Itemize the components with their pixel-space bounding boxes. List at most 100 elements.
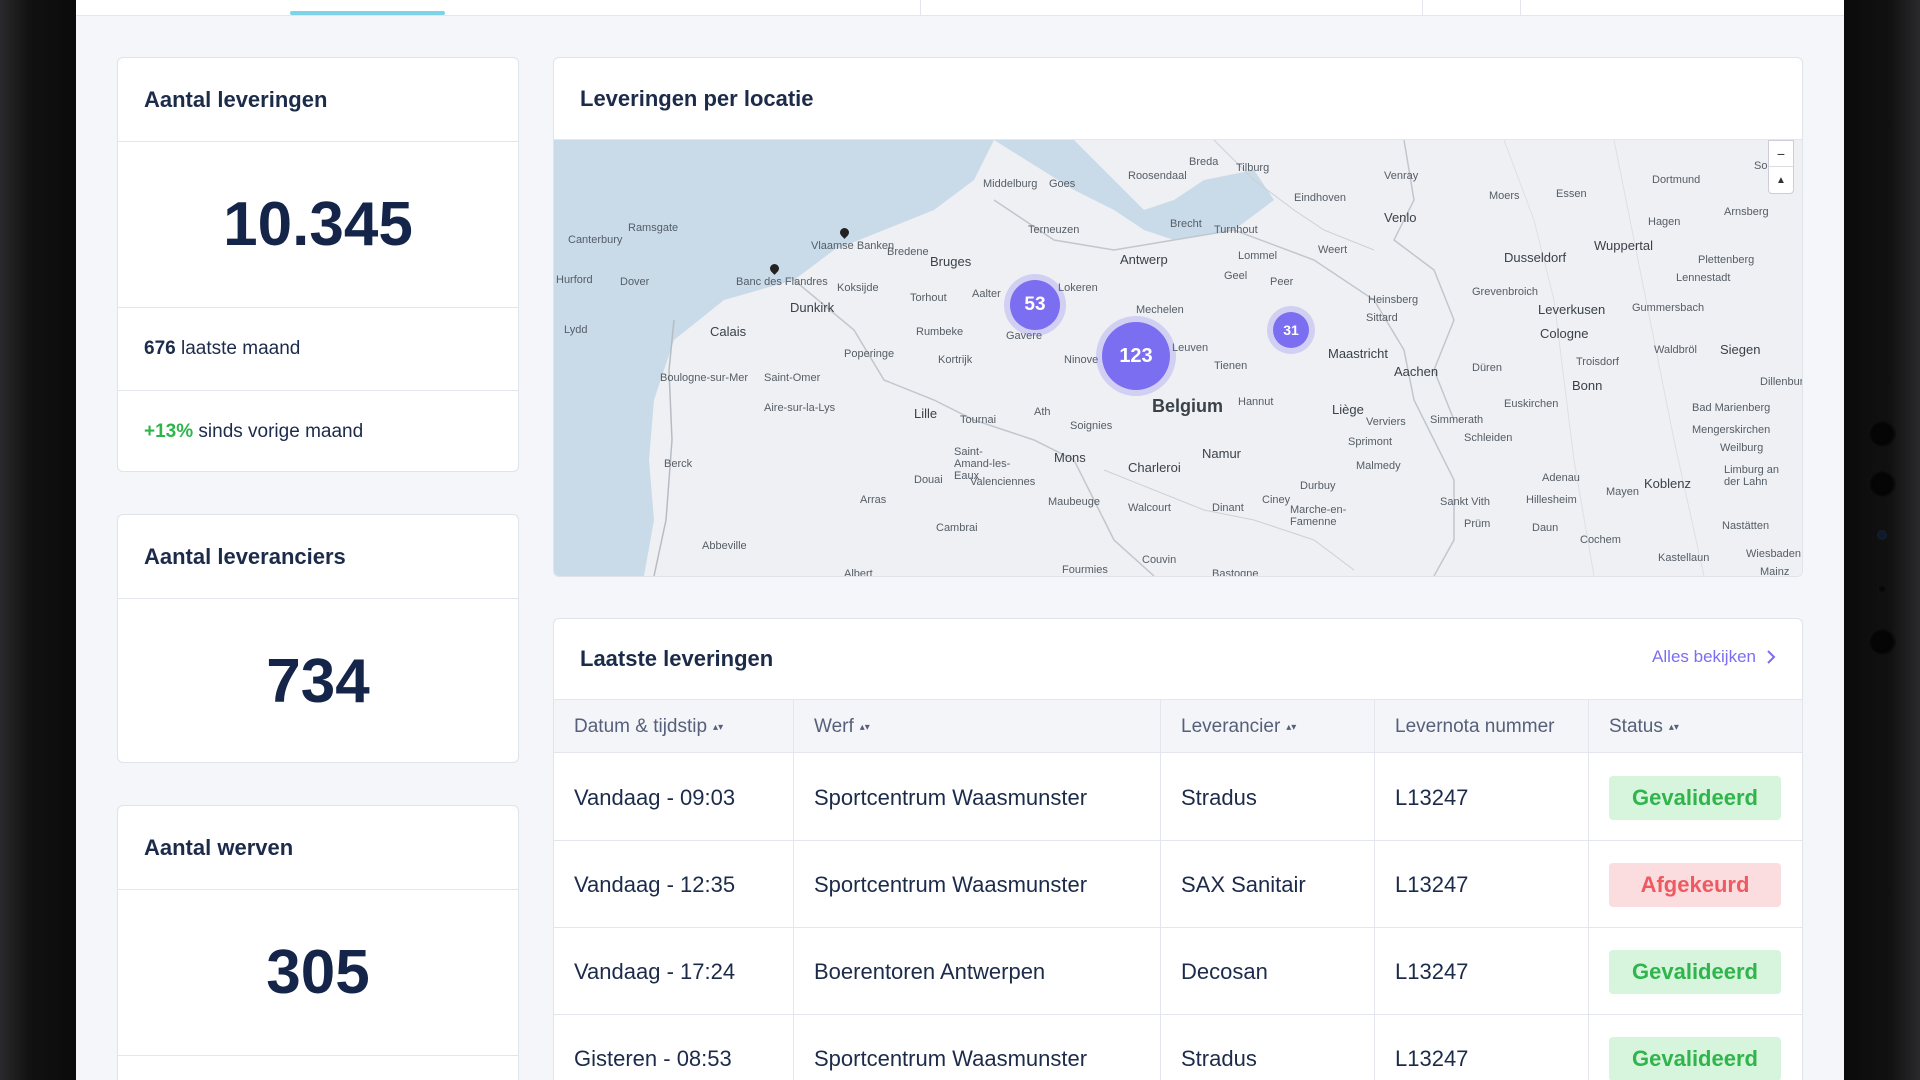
- map-place: Sprimont: [1348, 436, 1393, 448]
- suppliers-stat-card: Aantal leveranciers 734: [117, 514, 519, 763]
- map-place: Malmedy: [1356, 460, 1401, 472]
- map-place: Heinsberg: [1368, 294, 1419, 306]
- map-place: Ciney: [1262, 494, 1291, 506]
- map-cluster-marker[interactable]: 123: [1102, 322, 1170, 390]
- map-place: Mainz: [1760, 566, 1790, 576]
- map-place: Goes: [1049, 178, 1076, 190]
- map-place: Cochem: [1580, 534, 1621, 546]
- map-place: Venray: [1384, 170, 1419, 182]
- compass-icon[interactable]: ▲: [1769, 167, 1793, 193]
- active-tab-indicator[interactable]: [290, 11, 445, 15]
- map-place: Marche-en-Famenne: [1290, 504, 1347, 528]
- last-month-label: laatste maand: [180, 338, 301, 359]
- map-place: Tienen: [1214, 360, 1248, 372]
- column-header-note-number: Levernota nummer: [1374, 700, 1588, 754]
- map-place: Aalter: [972, 288, 1001, 300]
- table-row[interactable]: Vandaag - 09:03 Sportcentrum Waasmunster S…: [554, 754, 1802, 841]
- status-badge: Gevalideerd: [1609, 949, 1781, 994]
- column-header-site[interactable]: Werf ▴▾: [793, 700, 1160, 754]
- map-place: Calais: [710, 324, 747, 339]
- map-place: Eindhoven: [1294, 192, 1346, 204]
- card-title: Aantal werven: [118, 806, 518, 890]
- map-place: Leuven: [1172, 342, 1209, 354]
- sort-icon: ▴▾: [1668, 721, 1679, 733]
- delivery-map[interactable]: Breda Tilburg Roosendaal Middelburg Goes…: [554, 140, 1802, 576]
- map-card: Leveringen per locatie Breda Tilburg Roo…: [553, 57, 1803, 577]
- app-screen: Aantal leveringen 10.345 676 laatste maa…: [76, 0, 1844, 1080]
- table-row[interactable]: Gisteren - 08:53 Sportcentrum Waasmunster…: [554, 1015, 1802, 1080]
- map-place: Durbuy: [1300, 480, 1336, 492]
- map-place: Essen: [1556, 188, 1587, 200]
- map-place: Couvin: [1142, 554, 1177, 566]
- map-place: Grevenbroich: [1472, 286, 1539, 298]
- device-camera-icon: [1877, 530, 1887, 540]
- deliveries-count: 10.345: [118, 142, 518, 308]
- map-place: Prüm: [1464, 518, 1491, 530]
- map-place: Dortmund: [1652, 174, 1701, 186]
- map-place: Euskirchen: [1504, 398, 1559, 410]
- map-place: Gummersbach: [1632, 302, 1705, 314]
- table-row[interactable]: Vandaag - 12:35 Sportcentrum Waasmunster S…: [554, 841, 1802, 928]
- map-cluster-marker[interactable]: 53: [1010, 280, 1060, 330]
- map-place: Menger­skirchen: [1692, 424, 1771, 436]
- growth-row: +13% sinds vorige maand: [118, 391, 518, 471]
- card-title: Aantal leveringen: [118, 58, 518, 142]
- map-place: Waldbröl: [1654, 344, 1697, 356]
- map-cluster-marker[interactable]: 31: [1273, 312, 1309, 348]
- map-place: Namur: [1202, 446, 1242, 461]
- card-title: Leveringen per locatie: [554, 58, 1802, 140]
- map-place: Dover: [620, 276, 650, 288]
- map-country-label: Belgium: [1152, 396, 1224, 416]
- map-place: Bredene: [887, 246, 929, 258]
- sort-icon: ▴▾: [859, 721, 870, 733]
- delivery-supplier: Stradus: [1160, 754, 1374, 841]
- map-place: Vlaamse Banken: [811, 240, 895, 252]
- map-place: Valenciennes: [970, 476, 1036, 488]
- delivery-site: Sportcentrum Waasmunster: [793, 1015, 1160, 1080]
- view-all-link[interactable]: Alles bekijken: [1652, 647, 1776, 667]
- map-place: Banc des Flandres: [736, 276, 828, 288]
- nav-divider: [1422, 0, 1423, 16]
- device-button: [1868, 628, 1896, 656]
- map-place: Arras: [860, 494, 887, 506]
- status-badge: Afgekeurd: [1609, 862, 1781, 907]
- map-place: Daun: [1532, 522, 1559, 534]
- delivery-date: Vandaag - 09:03: [574, 784, 736, 810]
- column-header-status[interactable]: Status ▴▾: [1588, 700, 1802, 754]
- map-place: Bastogne: [1212, 568, 1259, 576]
- column-header-supplier[interactable]: Leverancier ▴▾: [1160, 700, 1374, 754]
- map-place: Abbeville: [702, 540, 747, 552]
- suppliers-count: 734: [266, 646, 370, 716]
- map-place: Geel: [1224, 270, 1248, 282]
- map-place: Plettenberg: [1698, 254, 1755, 266]
- zoom-out-button[interactable]: −: [1769, 141, 1793, 167]
- map-place: Lydd: [564, 324, 588, 336]
- map-place: Weilburg: [1720, 442, 1764, 454]
- map-place: Lommel: [1238, 250, 1278, 262]
- map-place: Brecht: [1170, 218, 1202, 230]
- delivery-supplier: Decosan: [1160, 928, 1374, 1015]
- column-header-date[interactable]: Datum & tijdstip ▴▾: [554, 700, 793, 754]
- column-label: Leverancier: [1181, 716, 1281, 737]
- map-place: Poperinge: [844, 348, 895, 360]
- map-place: Wiesbaden: [1746, 548, 1802, 560]
- status-cell: Gevalideerd: [1588, 754, 1802, 841]
- status-cell: Gevalideerd: [1588, 928, 1802, 1015]
- map-place: Koblenz: [1644, 476, 1691, 491]
- map-place: Verviers: [1366, 416, 1406, 428]
- table-row[interactable]: Vandaag - 17:24 Boerentoren Antwerpen Deco…: [554, 928, 1802, 1015]
- map-place: Canterbury: [568, 234, 623, 246]
- status-cell: Gevalideerd: [1588, 1015, 1802, 1080]
- map-place: Siegen: [1720, 342, 1761, 357]
- map-place: Mayen: [1606, 486, 1640, 498]
- status-badge: Gevalideerd: [1609, 1036, 1781, 1080]
- status-badge: Gevalideerd: [1609, 775, 1781, 820]
- map-place: Arnsberg: [1724, 206, 1769, 218]
- map-place: Tilburg: [1236, 162, 1270, 174]
- map-place: Hannut: [1238, 396, 1274, 408]
- sort-icon: ▴▾: [1286, 721, 1297, 733]
- last-month-count: 676: [144, 338, 176, 359]
- device-sensor: [1877, 584, 1887, 594]
- map-place: Saint-Omer: [764, 372, 821, 384]
- map-place: Peer: [1270, 276, 1294, 288]
